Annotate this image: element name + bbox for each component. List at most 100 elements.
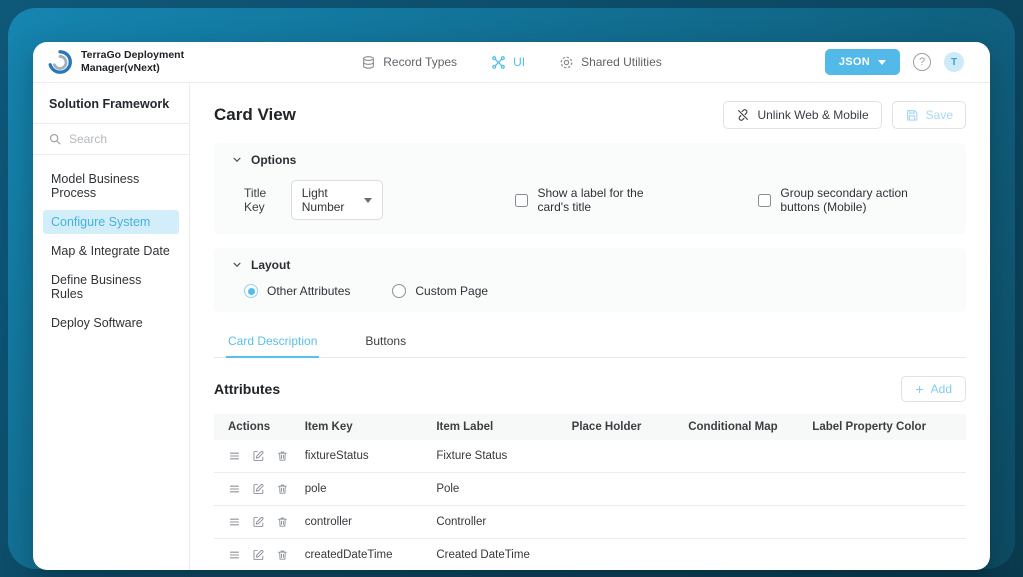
- options-section-toggle[interactable]: Options: [232, 153, 948, 167]
- cell-label-property-color: [804, 538, 966, 570]
- nav-record-types[interactable]: Record Types: [361, 55, 457, 70]
- drag-handle-icon[interactable]: [228, 482, 241, 496]
- options-panel: Options Title Key Light Number Show a la…: [214, 143, 966, 234]
- save-button-label: Save: [925, 108, 953, 122]
- row-actions: [228, 449, 289, 463]
- layout-section-toggle[interactable]: Layout: [232, 258, 948, 272]
- head-buttons: Unlink Web & Mobile Save: [723, 101, 966, 129]
- delete-icon[interactable]: [276, 548, 289, 562]
- cell-item-key: controller: [296, 505, 429, 539]
- sidebar-item-deploy-software[interactable]: Deploy Software: [43, 311, 179, 335]
- checkbox-icon: [515, 193, 529, 207]
- row-actions: [228, 515, 289, 529]
- layout-section-label: Layout: [251, 258, 291, 272]
- options-row: Title Key Light Number Show a label for …: [232, 180, 948, 220]
- other-attributes-radio[interactable]: Other Attributes: [244, 284, 350, 298]
- sidebar-item-define-business-rules[interactable]: Define Business Rules: [43, 268, 179, 306]
- terrago-logo-icon: [48, 50, 72, 74]
- app-bar: TerraGo Deployment Manager(vNext) Record…: [33, 42, 990, 83]
- unlink-web-mobile-button[interactable]: Unlink Web & Mobile: [723, 101, 882, 129]
- other-attributes-radio-label: Other Attributes: [267, 284, 351, 298]
- search-input[interactable]: [69, 132, 173, 146]
- tab-card-description[interactable]: Card Description: [226, 328, 320, 358]
- col-item-label: Item Label: [428, 414, 564, 440]
- custom-page-radio[interactable]: Custom Page: [392, 284, 488, 298]
- table-header-row: Actions Item Key Item Label Place Holder…: [214, 414, 966, 440]
- sidebar-item-configure-system[interactable]: Configure System: [43, 210, 179, 234]
- edit-icon[interactable]: [252, 449, 265, 463]
- caret-down-icon: [364, 197, 373, 203]
- save-button[interactable]: Save: [891, 101, 966, 129]
- cell-place-holder: [563, 472, 681, 506]
- row-actions: [228, 482, 289, 496]
- options-section-label: Options: [251, 153, 297, 167]
- col-item-key: Item Key: [296, 414, 429, 440]
- row-actions: [228, 548, 289, 562]
- nav-ui[interactable]: UI: [491, 55, 525, 70]
- layout-panel: Layout Other Attributes Custom Page: [214, 248, 966, 312]
- table-row: fixtureStatus Fixture Status: [214, 440, 966, 473]
- table-row: createdDateTime Created DateTime: [214, 538, 966, 570]
- edit-icon[interactable]: [252, 515, 265, 529]
- save-icon: [906, 110, 918, 121]
- sidebar: Solution Framework Model Business Proces…: [33, 83, 190, 570]
- top-actions: JSON ? T: [824, 42, 964, 82]
- drag-handle-icon[interactable]: [228, 548, 241, 562]
- edit-icon[interactable]: [252, 548, 265, 562]
- radio-icon: [244, 284, 258, 298]
- app-window: TerraGo Deployment Manager(vNext) Record…: [33, 42, 990, 570]
- drag-handle-icon[interactable]: [228, 515, 241, 529]
- col-label-property-color: Label Property Color: [804, 414, 966, 440]
- gear-icon: [560, 56, 573, 68]
- cell-item-label: Created DateTime: [428, 538, 564, 570]
- cell-item-label: Pole: [428, 472, 564, 506]
- cell-item-label: Fixture Status: [428, 440, 564, 473]
- unlink-button-label: Unlink Web & Mobile: [757, 108, 869, 122]
- cell-label-property-color: [804, 440, 966, 473]
- delete-icon[interactable]: [276, 482, 289, 496]
- group-secondary-buttons-checkbox-label: Group secondary action buttons (Mobile): [780, 186, 908, 214]
- col-actions: Actions: [214, 414, 297, 440]
- cell-place-holder: [563, 440, 681, 473]
- page-title: Card View: [214, 105, 296, 124]
- show-label-checkbox-label: Show a label for the card's title: [537, 186, 644, 214]
- edit-icon[interactable]: [252, 482, 265, 496]
- show-label-checkbox[interactable]: Show a label for the card's title: [515, 186, 662, 214]
- sidebar-search: [33, 124, 189, 155]
- sidebar-item-model-business-process[interactable]: Model Business Process: [43, 167, 179, 205]
- title-key-select[interactable]: Light Number: [290, 180, 384, 220]
- cell-label-property-color: [804, 505, 966, 539]
- group-secondary-buttons-checkbox[interactable]: Group secondary action buttons (Mobile): [758, 186, 948, 214]
- help-icon[interactable]: ?: [913, 53, 931, 71]
- drag-handle-icon[interactable]: [228, 449, 241, 463]
- col-place-holder: Place Holder: [563, 414, 681, 440]
- layout-radio-row: Other Attributes Custom Page: [232, 284, 948, 298]
- nav-shared-utilities-label: Shared Utilities: [581, 55, 662, 69]
- delete-icon[interactable]: [276, 449, 289, 463]
- col-conditional-map: Conditional Map: [680, 414, 805, 440]
- ui-icon: [492, 55, 505, 69]
- cell-item-key: fixtureStatus: [296, 440, 429, 473]
- page-head: Card View Unlink Web & Mobile Save: [214, 101, 966, 129]
- top-nav: Record Types UI Shared Utilities: [361, 55, 662, 70]
- title-key-value: Light Number: [301, 186, 345, 214]
- radio-icon: [392, 284, 407, 298]
- nav-ui-label: UI: [513, 55, 526, 69]
- app-body: Solution Framework Model Business Proces…: [33, 83, 990, 570]
- main-content: Card View Unlink Web & Mobile Save Optio…: [190, 83, 990, 570]
- database-icon: [363, 55, 375, 69]
- tab-buttons[interactable]: Buttons: [363, 328, 408, 358]
- delete-icon[interactable]: [276, 515, 289, 529]
- attributes-head: Attributes + Add: [214, 376, 966, 402]
- json-button[interactable]: JSON: [824, 49, 900, 75]
- add-attribute-button[interactable]: + Add: [901, 376, 966, 402]
- nav-shared-utilities[interactable]: Shared Utilities: [559, 55, 662, 70]
- avatar[interactable]: T: [944, 52, 964, 72]
- table-row: pole Pole: [214, 472, 966, 506]
- unlink-icon: [738, 109, 749, 121]
- add-button-label: Add: [930, 382, 952, 396]
- sidebar-item-map-integrate-date[interactable]: Map & Integrate Date: [43, 239, 179, 263]
- chevron-down-icon: [233, 157, 241, 163]
- chevron-down-icon: [233, 262, 241, 268]
- cell-conditional-map: [680, 440, 805, 473]
